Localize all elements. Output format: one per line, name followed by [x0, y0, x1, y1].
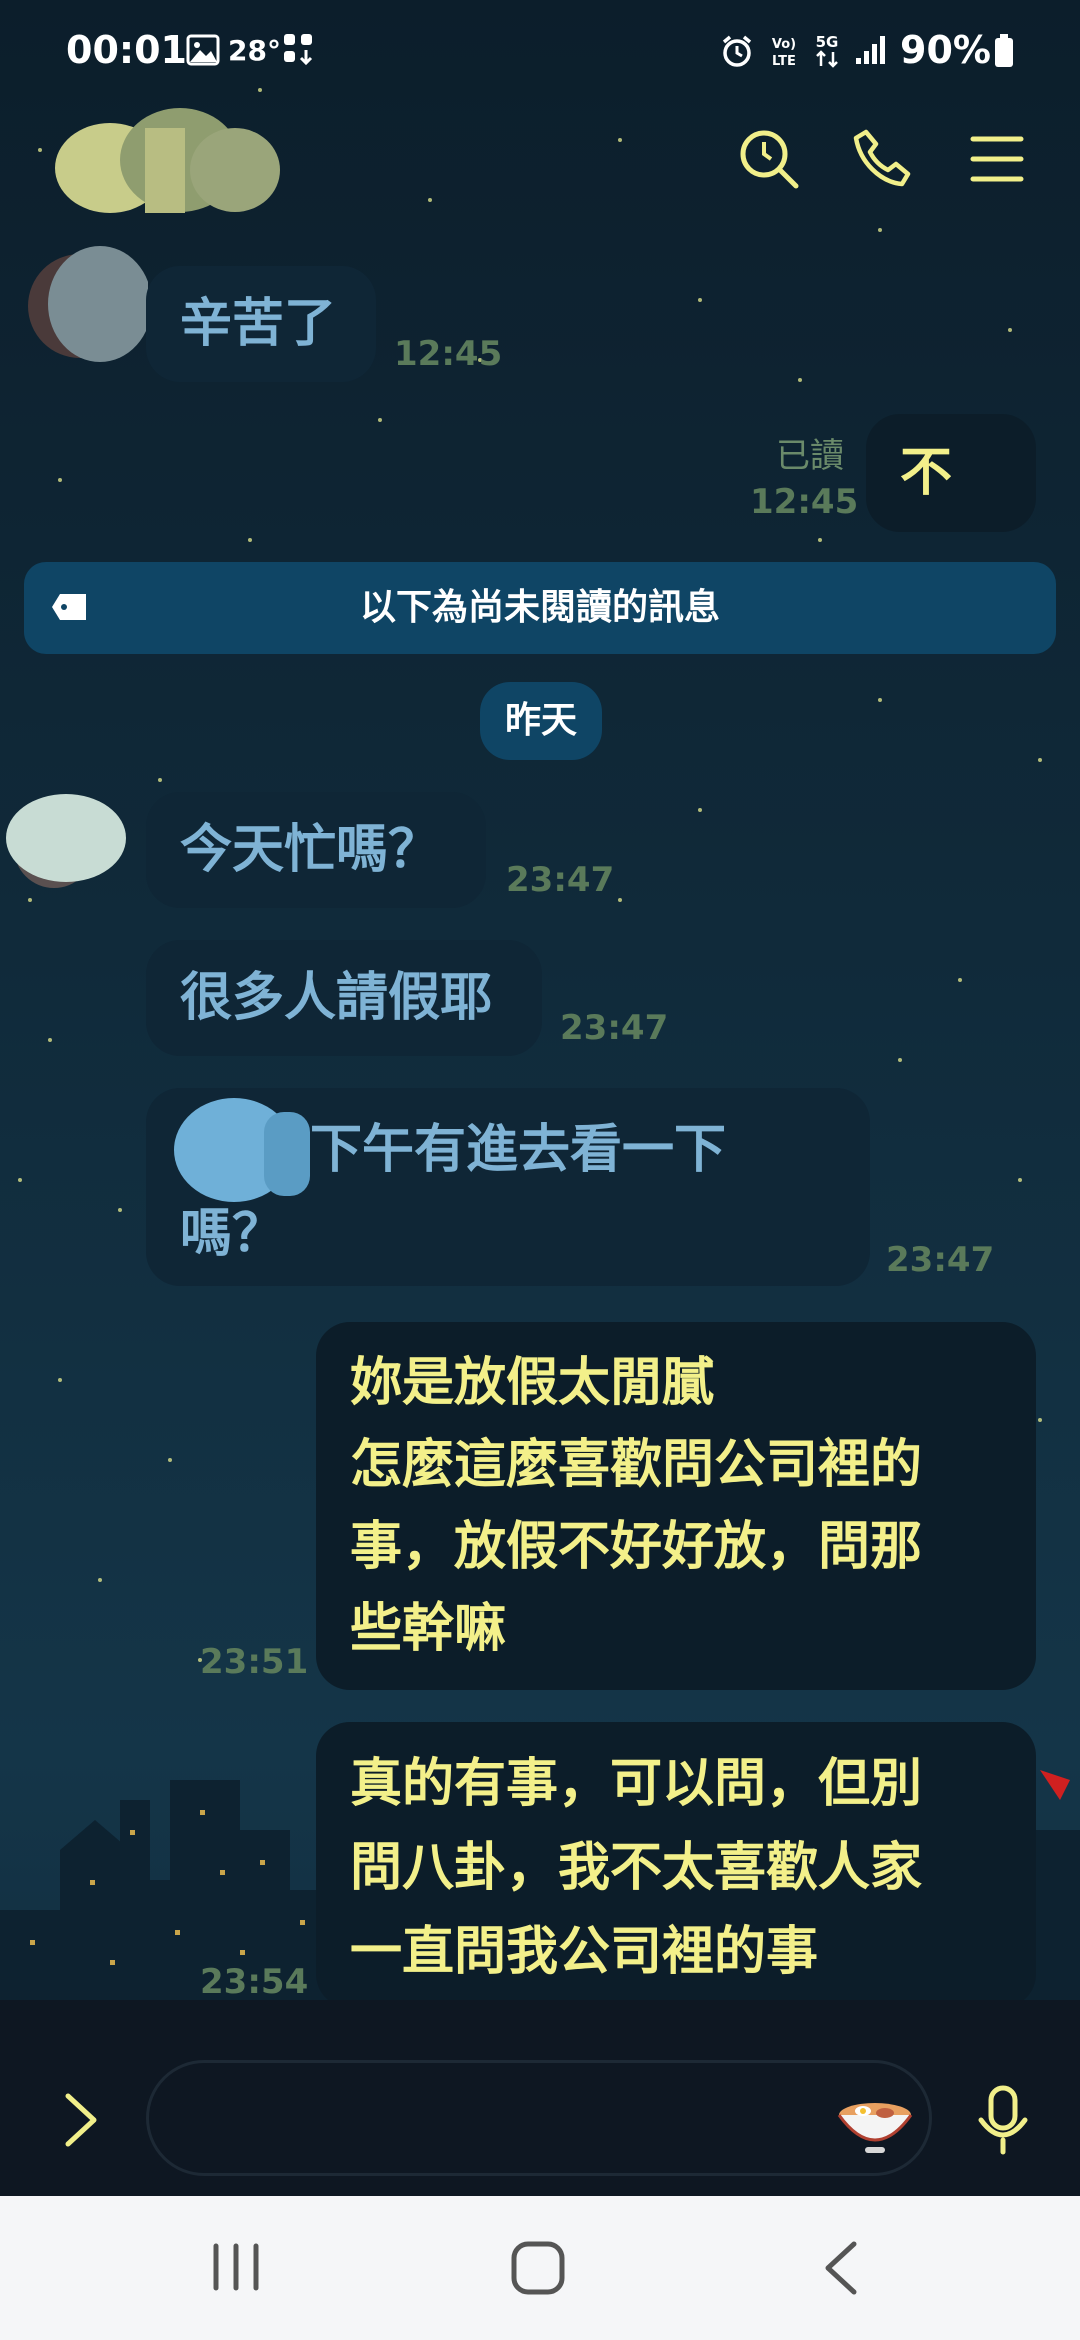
search-icon[interactable] [738, 128, 800, 190]
battery-percent: 90% [900, 28, 991, 72]
menu-icon[interactable] [970, 134, 1024, 184]
svg-text:5G: 5G [816, 33, 839, 51]
message-text: 很多人請假耶 [180, 968, 493, 1028]
gallery-icon [186, 34, 220, 66]
message-input-bar [0, 2000, 1080, 2196]
message-bubble-incoming[interactable]: 今天忙嗎？ [146, 792, 486, 908]
volte-icon: Vo) LTE [772, 37, 796, 69]
read-receipt: 已讀 [776, 436, 844, 476]
message-line: 一直問我公司裡的事 [350, 1922, 819, 1982]
unread-messages-banner: 以下為尚未閱讀的訊息 [24, 562, 1056, 654]
message-time: 12:45 [394, 334, 503, 374]
message-line: 真的有事，可以問，但別 [350, 1754, 923, 1814]
app-grid-icon [284, 34, 313, 66]
unread-banner-text: 以下為尚未閱讀的訊息 [359, 587, 720, 628]
5g-icon: 5G [816, 33, 839, 68]
message-bubble-outgoing[interactable]: 妳是放假太閒膩 怎麼這麼喜歡問公司裡的 事，放假不好好放，問那 些幹嘛 [316, 1322, 1036, 1690]
phone-icon[interactable] [852, 128, 914, 190]
message-input[interactable] [146, 2060, 932, 2176]
message-bubble-outgoing[interactable]: 不會 [866, 414, 1036, 621]
system-navigation-bar [0, 2196, 1080, 2340]
sender-avatar[interactable] [4, 792, 134, 892]
message-line: 問八卦，我不太喜歡人家 [350, 1838, 923, 1898]
message-line: 事，放假不好好放，問那 [350, 1517, 923, 1577]
message-time: 23:51 [200, 1642, 309, 1682]
signal-icon [856, 36, 885, 64]
svg-text:LTE: LTE [772, 54, 796, 69]
sender-avatar[interactable] [22, 244, 148, 364]
back-icon[interactable] [822, 2240, 862, 2296]
message-line: 些幹嘛 [350, 1599, 507, 1659]
microphone-icon[interactable] [974, 2084, 1032, 2156]
chat-screen: 00:01 28° Vo) LTE 5G 90% 辛苦了 12:45 已讀 12… [0, 0, 1080, 2340]
message-bubble-outgoing[interactable]: 真的有事，可以問，但別 問八卦，我不太喜歡人家 一直問我公司裡的事 [316, 1722, 1036, 2008]
status-temperature: 28° [228, 34, 281, 67]
contact-avatar[interactable] [40, 98, 290, 228]
message-line: 怎麼這麼喜歡問公司裡的 [350, 1435, 923, 1495]
message-time: 23:47 [560, 1008, 669, 1048]
message-text: 辛苦了 [180, 294, 337, 354]
message-time: 23:47 [886, 1240, 995, 1280]
home-icon[interactable] [510, 2240, 566, 2296]
message-time: 23:47 [506, 860, 615, 900]
status-time: 00:01 [66, 28, 187, 72]
recent-apps-icon[interactable] [208, 2242, 264, 2292]
alarm-icon [722, 35, 752, 67]
message-text: 下午有進去看一下 [310, 1120, 727, 1180]
redaction-blob [174, 1098, 310, 1202]
message-time: 12:45 [750, 482, 859, 522]
svg-text:Vo): Vo) [772, 37, 796, 52]
chevron-right-icon[interactable] [62, 2092, 102, 2148]
date-divider: 昨天 [480, 682, 602, 760]
battery-icon [995, 34, 1013, 67]
message-bubble-incoming[interactable]: 辛苦了 [146, 266, 376, 382]
message-line: 妳是放假太閒膩 [350, 1353, 715, 1413]
message-bubble-incoming[interactable]: 很多人請假耶 [146, 940, 542, 1056]
ramen-sticker-icon[interactable] [835, 2081, 915, 2157]
message-time: 23:54 [200, 1962, 309, 2002]
message-text: 今天忙嗎？ [180, 820, 441, 880]
status-bar: 00:01 28° Vo) LTE 5G 90% [0, 0, 1080, 100]
